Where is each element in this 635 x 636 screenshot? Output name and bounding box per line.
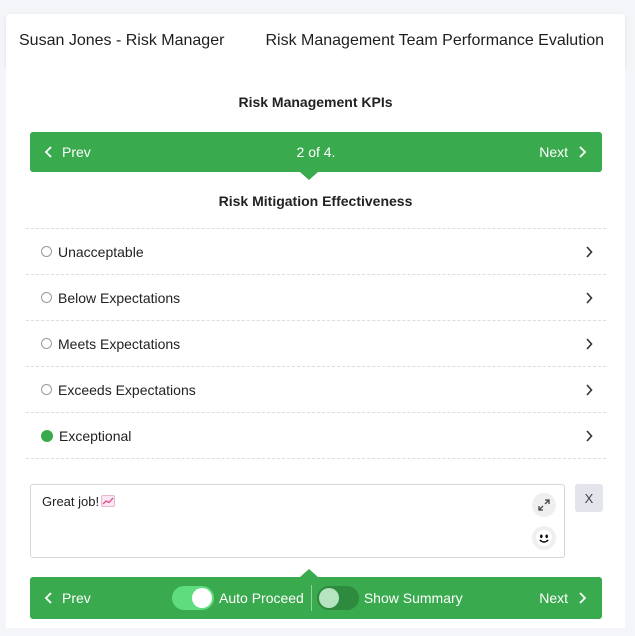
nav-pointer <box>300 172 318 180</box>
prev-button[interactable]: Prev <box>44 577 91 619</box>
option-exceeds-expectations[interactable]: Exceeds Expectations <box>26 367 606 413</box>
option-unacceptable[interactable]: Unacceptable <box>26 229 606 275</box>
next-button[interactable]: Next <box>539 577 587 619</box>
smiley-icon <box>536 530 552 546</box>
radio-button-selected[interactable] <box>41 429 53 442</box>
radio-button[interactable] <box>41 338 52 349</box>
evaluation-title: Risk Management Team Performance Evaluti… <box>265 32 604 49</box>
page-indicator: 2 of 4. <box>296 144 336 160</box>
chevron-right-icon <box>586 338 593 350</box>
evaluation-card: Risk Management KPIs Prev 2 of 4. Next R… <box>6 68 625 628</box>
option-label: Meets Expectations <box>58 335 181 352</box>
chevron-right-icon <box>586 430 593 442</box>
option-label: Exceeds Expectations <box>58 381 196 398</box>
comment-text: Great job! <box>42 494 100 509</box>
toggle-group: Auto Proceed Show Summary <box>172 577 463 619</box>
prev-label: Prev <box>62 590 91 606</box>
rating-options: Unacceptable Below Expectations Meets Ex… <box>26 228 606 459</box>
option-exceptional[interactable]: Exceptional <box>26 413 606 459</box>
comment-content[interactable]: Great job! <box>42 494 116 509</box>
auto-proceed-toggle[interactable] <box>172 586 214 610</box>
nav-pointer <box>300 569 318 577</box>
option-label: Exceptional <box>59 427 132 444</box>
radio-button[interactable] <box>41 292 52 303</box>
option-label: Unacceptable <box>58 243 144 260</box>
toggle-knob <box>192 588 212 608</box>
clear-comment-button[interactable]: X <box>575 484 603 512</box>
bottom-nav-bar: Prev Auto Proceed Show Summary Next <box>30 569 602 619</box>
radio-button[interactable] <box>41 246 52 257</box>
question-title: Risk Mitigation Effectiveness <box>218 193 413 209</box>
option-meets-expectations[interactable]: Meets Expectations <box>26 321 606 367</box>
page-header: Susan Jones - Risk Manager Risk Manageme… <box>6 14 625 68</box>
show-summary-toggle[interactable] <box>316 586 359 610</box>
next-label: Next <box>539 144 568 160</box>
option-below-expectations[interactable]: Below Expectations <box>26 275 606 321</box>
chart-increasing-icon <box>101 495 116 507</box>
chevron-right-icon <box>579 592 587 604</box>
expand-icon <box>538 499 550 511</box>
auto-proceed-label: Auto Proceed <box>219 590 304 606</box>
chevron-right-icon <box>586 246 593 258</box>
user-name: Susan Jones - Risk Manager <box>19 32 225 49</box>
top-nav-bar: Prev 2 of 4. Next <box>30 132 602 180</box>
next-button[interactable]: Next <box>539 132 587 172</box>
comment-textarea[interactable]: Great job! <box>30 484 565 558</box>
chevron-right-icon <box>586 384 593 396</box>
chevron-right-icon <box>586 292 593 304</box>
chevron-left-icon <box>44 592 52 604</box>
next-label: Next <box>539 590 568 606</box>
toggle-knob <box>318 588 339 608</box>
emoji-picker-button[interactable] <box>532 526 556 550</box>
option-label: Below Expectations <box>58 289 181 306</box>
chevron-right-icon <box>579 146 587 158</box>
radio-button[interactable] <box>41 384 52 395</box>
section-title: Risk Management KPIs <box>238 94 393 110</box>
expand-button[interactable] <box>532 493 556 517</box>
toggle-divider <box>310 585 312 611</box>
show-summary-label: Show Summary <box>363 590 463 606</box>
